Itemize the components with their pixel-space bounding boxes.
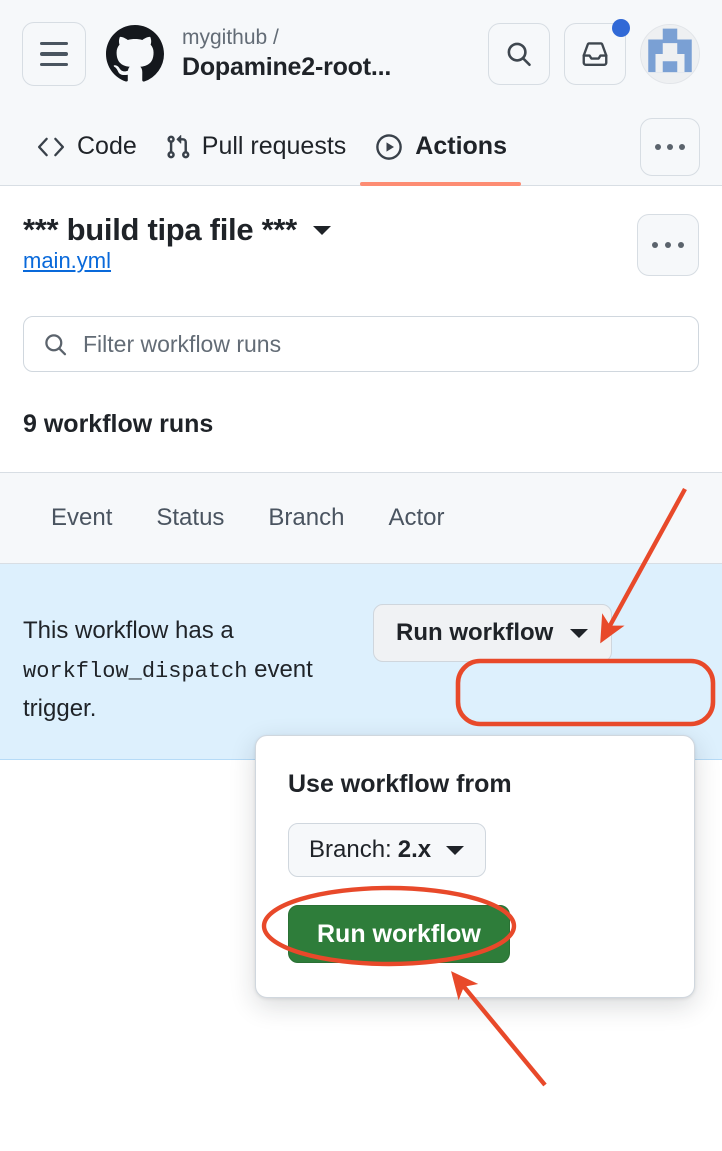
code-brackets-icon — [37, 137, 65, 156]
filter-branch[interactable]: Branch — [268, 504, 344, 532]
run-workflow-dropdown-label: Run workflow — [396, 619, 554, 646]
workflow-overflow-button[interactable] — [637, 214, 699, 276]
user-avatar-identicon — [641, 25, 699, 83]
kebab-dot — [655, 143, 661, 150]
repo-breadcrumb[interactable]: mygithub / Dopamine2-root... — [182, 25, 482, 83]
search-button[interactable] — [488, 23, 550, 85]
workflow-title-row: *** build tipa file *** main.yml — [23, 186, 699, 276]
kebab-dot — [678, 242, 684, 248]
branch-select-label: Branch: — [309, 836, 392, 863]
tab-label: Code — [77, 132, 137, 160]
dispatch-text-before: This workflow has a — [23, 617, 234, 644]
inbox-icon — [582, 42, 608, 66]
hamburger-line — [40, 62, 68, 67]
hamburger-menu-button[interactable] — [22, 22, 86, 86]
triangle-down-icon — [446, 845, 465, 855]
tab-pull-requests[interactable]: Pull requests — [151, 108, 361, 185]
app-header: mygithub / Dopamine2-root... — [0, 0, 722, 108]
tab-label: Actions — [415, 132, 507, 160]
kebab-dot — [667, 143, 673, 150]
repo-name: Dopamine2-root... — [182, 52, 392, 81]
workflow-title-line[interactable]: *** build tipa file *** — [23, 212, 637, 248]
run-workflow-submit-label: Run workflow — [317, 919, 481, 948]
header-actions — [488, 19, 700, 85]
dispatch-event-name: workflow_dispatch — [23, 658, 248, 684]
repo-nav-tabs: Code Pull requests Actions — [0, 108, 722, 186]
dispatch-banner-text: This workflow has a workflow_dispatch ev… — [23, 590, 363, 729]
run-filters-row: Event Status Branch Actor — [0, 472, 722, 564]
notification-indicator-dot — [612, 19, 630, 37]
kebab-dot — [679, 143, 685, 150]
workflow-dispatch-banner: This workflow has a workflow_dispatch ev… — [0, 564, 722, 760]
git-pull-request-icon — [167, 134, 190, 158]
kebab-dot — [652, 242, 658, 248]
search-icon — [507, 42, 531, 67]
nav-overflow-button[interactable] — [640, 117, 700, 176]
search-icon — [45, 333, 67, 355]
github-actions-workflow-page: mygithub / Dopamine2-root... Code Pull r… — [0, 0, 722, 1151]
workflow-runs-count: 9 workflow runs — [23, 410, 214, 438]
workflow-title-block: *** build tipa file *** main.yml — [23, 212, 637, 274]
run-workflow-dropdown-button[interactable]: Run workflow — [373, 604, 613, 662]
page-title: *** build tipa file *** — [23, 212, 297, 247]
workflow-file-link[interactable]: main.yml — [23, 248, 111, 273]
filter-actor[interactable]: Actor — [388, 504, 444, 532]
hamburger-line — [40, 52, 68, 56]
github-logo-icon[interactable] — [106, 25, 164, 83]
chevron-down-icon[interactable] — [312, 225, 331, 235]
repo-owner: mygithub / — [182, 26, 279, 50]
panel-heading: Use workflow from — [288, 770, 512, 798]
user-avatar-button[interactable] — [640, 24, 700, 84]
branch-select-value: 2.x — [397, 836, 432, 863]
tab-label: Pull requests — [201, 132, 347, 160]
notifications-inbox-button[interactable] — [564, 19, 630, 85]
tab-code[interactable]: Code — [22, 108, 151, 185]
run-workflow-submit-button[interactable]: Run workflow — [288, 905, 510, 963]
branch-select-button[interactable]: Branch: 2.x — [288, 823, 487, 877]
filter-status[interactable]: Status — [156, 504, 224, 532]
kebab-dot — [665, 242, 671, 248]
triangle-down-icon — [570, 628, 589, 638]
filter-event[interactable]: Event — [51, 504, 112, 532]
run-workflow-panel: Use workflow from Branch: 2.x Run workfl… — [255, 735, 695, 998]
play-circle-icon — [376, 133, 403, 160]
main-content: *** build tipa file *** main.yml Filter … — [0, 186, 722, 439]
hamburger-line — [40, 41, 68, 46]
filter-workflow-runs-field[interactable]: Filter workflow runs — [23, 316, 699, 372]
tab-actions[interactable]: Actions — [360, 108, 521, 186]
filter-placeholder: Filter workflow runs — [83, 330, 282, 357]
